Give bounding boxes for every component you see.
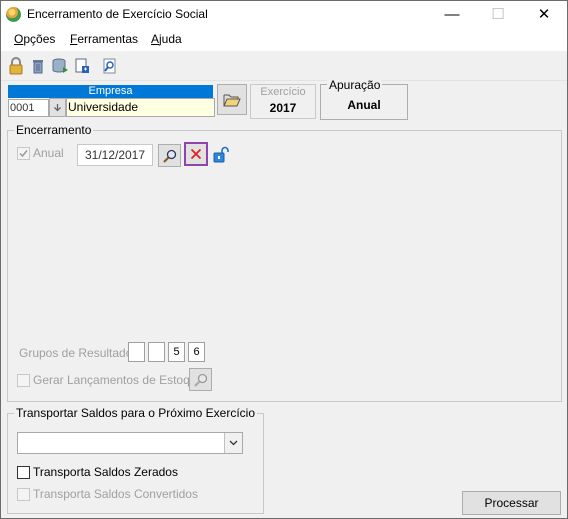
anual-checkbox[interactable] [17, 147, 30, 160]
window-title: Encerramento de Exercício Social [27, 7, 208, 21]
empresa-header: Empresa [8, 85, 213, 98]
gerar-estoque-checkbox[interactable] [17, 374, 30, 387]
encerramento-legend: Encerramento [14, 123, 94, 137]
transportar-legend: Transportar Saldos para o Próximo Exercí… [14, 406, 257, 420]
empresa-lookup-button[interactable] [49, 98, 66, 117]
menu-ajuda[interactable]: Ajuda [151, 32, 182, 46]
trash-icon[interactable] [28, 56, 48, 76]
zerados-label: Transporta Saldos Zerados [33, 465, 178, 479]
encerramento-group: Encerramento Anual 31/12/2017 Grupos de … [7, 123, 562, 402]
main-window: Encerramento de Exercício Social — ☐ ✕ O… [0, 0, 568, 519]
open-folder-button[interactable] [217, 84, 247, 115]
gerar-estoque-label: Gerar Lançamentos de Estoque [33, 373, 204, 387]
transportar-group: Transportar Saldos para o Próximo Exercí… [7, 406, 264, 514]
minimize-button[interactable]: — [429, 1, 475, 29]
anual-label: Anual [33, 146, 64, 160]
grupo-field-1[interactable] [128, 342, 145, 362]
convertidos-checkbox[interactable] [17, 488, 30, 501]
zerados-checkbox[interactable] [17, 466, 30, 479]
delete-x-icon [190, 148, 202, 160]
preview-icon[interactable] [100, 56, 120, 76]
apuracao-value: Anual [347, 98, 381, 112]
grupos-label: Grupos de Resultado: [19, 346, 136, 360]
exercicio-label: Exercício [260, 86, 306, 98]
unlock-icon [213, 146, 229, 162]
export-icon[interactable] [72, 56, 92, 76]
menu-bar: Opções Ferramentas Ajuda [1, 29, 567, 51]
empresa-name-field[interactable]: Universidade [66, 98, 215, 117]
grupo-field-2[interactable] [148, 342, 165, 362]
app-icon [6, 7, 21, 22]
toolbar [1, 52, 567, 81]
close-button[interactable]: ✕ [521, 1, 567, 29]
convertidos-label: Transporta Saldos Convertidos [33, 487, 198, 501]
search-date-button[interactable] [158, 144, 181, 167]
empresa-code-field[interactable]: 0001 [8, 99, 49, 117]
grupo-field-3[interactable]: 5 [168, 342, 185, 362]
chevron-down-icon[interactable] [224, 433, 242, 453]
processar-button[interactable]: Processar [462, 491, 561, 515]
apuracao-label: Apuração [327, 78, 383, 92]
lock-icon[interactable] [6, 56, 26, 76]
magnifier-icon [193, 373, 207, 387]
maximize-button[interactable]: ☐ [475, 1, 521, 29]
menu-opcoes[interactable]: Opções [14, 32, 55, 46]
exercicio-value: 2017 [269, 101, 297, 115]
transportar-select[interactable] [17, 432, 243, 454]
magnifier-icon [162, 149, 176, 163]
unlock-button[interactable] [212, 145, 230, 163]
estoque-search-button[interactable] [189, 368, 212, 391]
title-bar: Encerramento de Exercício Social — ☐ ✕ [1, 1, 567, 29]
arrow-down-icon [54, 103, 61, 111]
delete-button[interactable] [184, 142, 208, 166]
folder-open-icon [223, 94, 241, 106]
grupo-field-4[interactable]: 6 [188, 342, 205, 362]
date-field[interactable]: 31/12/2017 [77, 144, 153, 166]
menu-ferramentas[interactable]: Ferramentas [70, 32, 138, 46]
apuracao-box: Apuração Anual [320, 78, 408, 120]
database-icon[interactable] [50, 56, 70, 76]
check-icon [19, 150, 28, 158]
exercicio-box: Exercício 2017 [250, 84, 316, 119]
